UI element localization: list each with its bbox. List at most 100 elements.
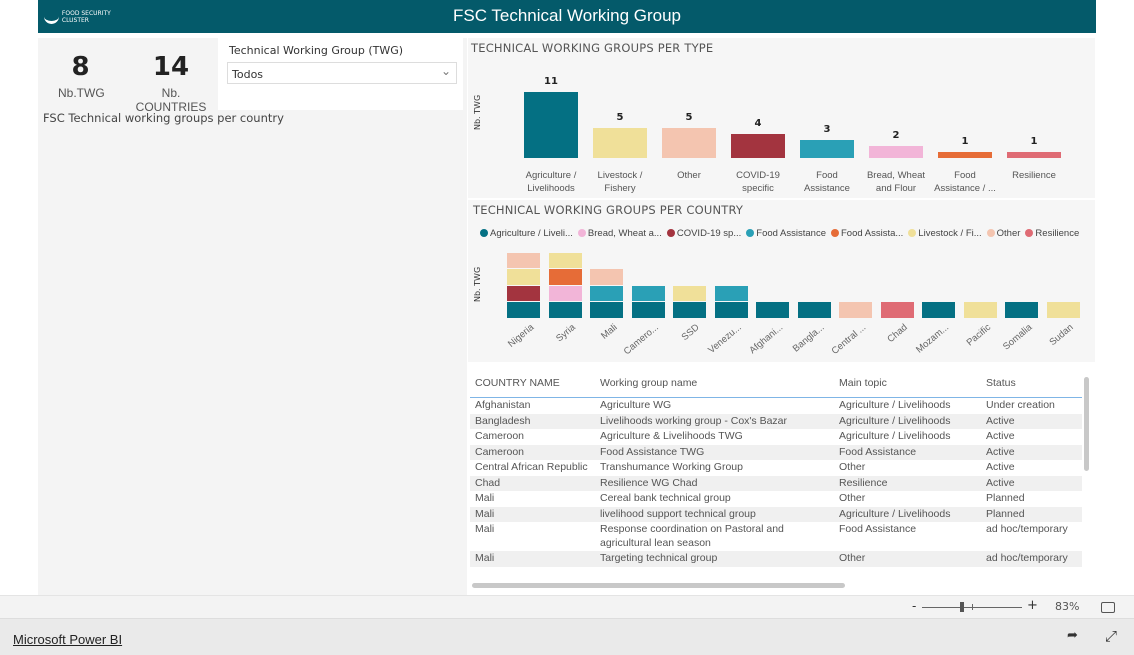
stack-segment xyxy=(631,285,665,301)
legend-item[interactable]: Food Assistance xyxy=(746,228,826,239)
legend-dot xyxy=(986,229,995,237)
x-tick-label: Camero... xyxy=(621,322,661,358)
share-icon[interactable]: ➦ xyxy=(1067,628,1078,643)
legend-item[interactable]: Bread, Wheat a... xyxy=(577,228,662,239)
stack-segment xyxy=(590,302,623,318)
legend-label: Food Assistance xyxy=(756,228,826,239)
x-tick-label: Mozam... xyxy=(914,322,952,356)
stack-segment xyxy=(507,285,540,301)
stack-segment xyxy=(548,302,582,318)
table-row[interactable]: Cameroon Agriculture & Livelihoods TWG Agr… xyxy=(470,429,1082,445)
data-label: 2 xyxy=(892,130,900,141)
legend-dot xyxy=(1025,229,1034,237)
table-row[interactable]: Mali Response coordination on Pastoral an… xyxy=(470,522,1082,551)
twg-table: COUNTRY NAME Working group name Main topic… xyxy=(470,368,1095,595)
kpi-nb-countries: 14 Nb. COUNTRIES xyxy=(126,52,216,114)
x-tick-label: Food Assistance xyxy=(804,170,850,194)
table-row[interactable]: Afghanistan Agriculture WG Agriculture / L… xyxy=(470,397,1082,414)
data-label: 5 xyxy=(685,112,693,123)
kpi-nb-twg: 8 Nb.TWG xyxy=(58,52,105,100)
table-row[interactable]: Mali Cereal bank technical group Other Plan… xyxy=(470,491,1082,507)
dropdown-value: Todos xyxy=(232,68,264,81)
chart-plot: 11 Agriculture / Livelihoods 5 Livestock / … xyxy=(468,38,1095,198)
table-cell: Cameroon xyxy=(470,444,595,460)
legend-item[interactable]: Other xyxy=(986,228,1020,239)
stack-segment xyxy=(631,302,665,318)
legend-label: Bread, Wheat a... xyxy=(587,228,662,239)
x-tick-label: Sudan xyxy=(1047,322,1076,349)
legend-dot xyxy=(480,229,488,237)
table-row[interactable]: Mali livelihood support technical group Ag… xyxy=(470,506,1082,522)
table-cell: Transhumance Working Group xyxy=(595,460,834,476)
table-cell: Agriculture / Livelihoods xyxy=(834,397,981,414)
x-tick-label: Resilience xyxy=(1012,170,1056,181)
table-cell: livelihood support technical group xyxy=(595,506,834,522)
table-row[interactable]: Cameroon Food Assistance TWG Food Assistan… xyxy=(470,444,1082,460)
legend-dot xyxy=(746,229,755,237)
legend-item[interactable]: Food Assista... xyxy=(830,228,904,239)
column-header[interactable]: Working group name xyxy=(595,368,834,398)
table-cell: Central African Republic xyxy=(470,460,595,476)
table-cell: Active xyxy=(981,444,1082,460)
chart-plot: Nigeria Syria Mali Camero... SSD Venezu... Afg… xyxy=(468,200,1095,362)
x-tick-label: Central ... xyxy=(829,322,869,357)
legend-label: Agriculture / Liveli... xyxy=(490,228,573,239)
legend-item[interactable]: COVID-19 sp... xyxy=(666,228,741,239)
table-cell: Planned xyxy=(981,506,1082,522)
table-cell: Other xyxy=(834,460,981,476)
legend-dot xyxy=(577,229,586,237)
fit-to-page-icon[interactable] xyxy=(1101,602,1115,613)
legend-item[interactable]: Resilience xyxy=(1025,228,1079,239)
table-row[interactable]: Chad Resilience WG Chad Resilience Active xyxy=(470,475,1082,491)
table-cell: Resilience WG Chad xyxy=(595,475,834,491)
x-tick-label: Afghani... xyxy=(747,322,786,357)
table-row[interactable]: Mali Targeting technical group Other ad hoc… xyxy=(470,551,1082,567)
twg-slicer: Technical Working Group (TWG) Todos ⌄ xyxy=(218,38,463,110)
column-header[interactable]: Status xyxy=(981,368,1082,398)
stack-segment xyxy=(880,302,914,318)
stack-segment xyxy=(1005,302,1038,318)
table-cell: Agriculture & Livelihoods TWG xyxy=(595,429,834,445)
kpi-value: 14 xyxy=(152,52,190,82)
stack-segment xyxy=(548,269,582,285)
table-cell: Targeting technical group xyxy=(595,551,834,567)
legend-item[interactable]: Livestock / Fi... xyxy=(908,228,982,239)
stack-segment xyxy=(548,285,582,301)
column-header[interactable]: COUNTRY NAME xyxy=(470,368,595,398)
stack-segment xyxy=(590,285,623,301)
table-cell: Agriculture / Livelihoods xyxy=(834,506,981,522)
zoom-slider-thumb[interactable] xyxy=(960,602,964,612)
x-tick-label: Nigeria xyxy=(505,322,537,350)
legend-item[interactable]: Agriculture / Liveli... xyxy=(480,228,573,239)
x-tick-label: Livestock / Fishery xyxy=(597,170,643,194)
table-row[interactable]: Central African Republic Transhumance Wor… xyxy=(470,460,1082,476)
kpi-label: Nb. COUNTRIES xyxy=(135,86,207,114)
legend-label: Resilience xyxy=(1035,228,1080,239)
bar xyxy=(800,140,854,158)
chart-per-country: TECHNICAL WORKING GROUPS PER COUNTRY Nb.… xyxy=(468,200,1095,362)
table-cell: Active xyxy=(981,413,1082,429)
fullscreen-icon[interactable]: ⤢ xyxy=(1105,627,1117,645)
stack-segment xyxy=(1046,302,1080,318)
table-row[interactable]: Bangladesh Livelihoods working group - Co… xyxy=(470,413,1082,429)
map-title: FSC Technical working groups per country xyxy=(43,111,284,125)
x-tick-label: Chad xyxy=(885,322,910,346)
power-bi-link[interactable]: Microsoft Power BI xyxy=(13,632,122,647)
horizontal-scrollbar[interactable] xyxy=(472,583,845,588)
zoom-out-button[interactable]: - xyxy=(912,599,916,613)
bar xyxy=(524,92,578,158)
kpi-label: Nb.TWG xyxy=(58,86,105,100)
zoom-in-button[interactable]: + xyxy=(1027,598,1038,613)
stack-segment xyxy=(756,302,789,318)
vertical-scrollbar[interactable] xyxy=(1084,377,1089,471)
table-cell: Agriculture WG xyxy=(595,397,834,414)
legend-label: Food Assista... xyxy=(840,228,904,239)
column-header[interactable]: Main topic xyxy=(834,368,981,398)
bar xyxy=(731,134,785,158)
twg-dropdown[interactable]: Todos ⌄ xyxy=(227,62,457,84)
table-cell: Mali xyxy=(470,491,595,507)
x-tick-label: Food Assistance / ... xyxy=(934,170,996,194)
legend-dot xyxy=(830,229,839,237)
x-tick-label: Other xyxy=(677,170,701,181)
table-header-row: COUNTRY NAME Working group name Main topic… xyxy=(470,368,1082,398)
